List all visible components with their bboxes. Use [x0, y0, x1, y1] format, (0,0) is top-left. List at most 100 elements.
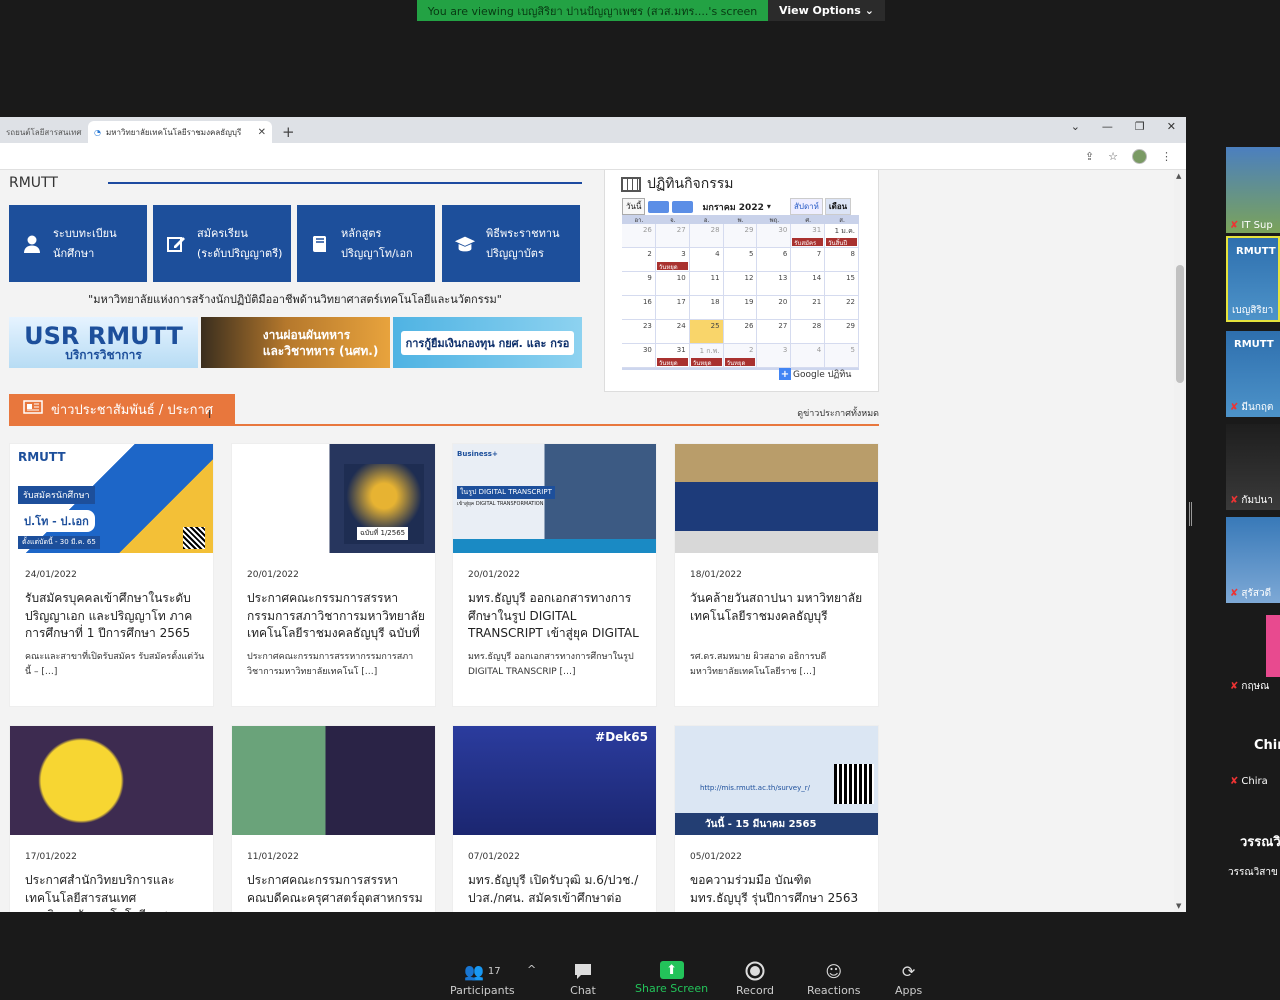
calendar-day[interactable]: 27 — [655, 224, 690, 248]
calendar-day[interactable]: 2 วันหยุด — [723, 344, 758, 368]
news-title[interactable]: ประกาศคณะกรรมการสรรหาคณบดีคณะครุศาสตร์อุ… — [247, 872, 427, 907]
calendar-day[interactable]: 20 — [757, 296, 792, 320]
share-icon[interactable]: ⇪ — [1085, 150, 1094, 163]
today-button[interactable]: วันนี้ — [622, 198, 646, 215]
record-button[interactable]: Record — [736, 961, 774, 997]
scrollbar-thumb[interactable] — [1176, 265, 1184, 383]
calendar-day[interactable]: 22 — [825, 296, 860, 320]
participant-video-active-speaker[interactable]: RMUTT เบญสิริยา — [1226, 236, 1280, 322]
participant-video[interactable]: ✘ กฤษณ — [1226, 610, 1280, 696]
bookmark-star-icon[interactable]: ☆ — [1108, 150, 1118, 163]
calendar-day[interactable]: 10 — [655, 272, 690, 296]
calendar-day[interactable]: 31 วันหยุด — [655, 344, 690, 368]
news-title[interactable]: ประกาศคณะกรรมการสรรหากรรมการสภาวิชาการมห… — [247, 590, 427, 643]
new-tab-button[interactable]: + — [272, 121, 305, 143]
news-title[interactable]: ประกาศสำนักวิทยบริการและเทคโนโลยีสารสนเท… — [25, 872, 205, 912]
calendar-day[interactable]: 6 — [757, 248, 792, 272]
calendar-day[interactable]: 9 — [622, 272, 656, 296]
minimize-icon[interactable]: — — [1102, 120, 1113, 133]
calendar-event[interactable]: รับสมัคร — [792, 238, 824, 246]
restore-icon[interactable]: ❐ — [1135, 120, 1145, 133]
curriculum-button[interactable]: หลักสูตร ปริญญาโท/เอก — [297, 205, 435, 282]
participant-video[interactable]: ✘ กัมปนา — [1226, 424, 1280, 510]
calendar-day[interactable]: 1 ก.พ. วันหยุด — [689, 344, 724, 368]
graduation-button[interactable]: พิธีพระราชทาน ปริญญาบัตร — [442, 205, 580, 282]
news-title[interactable]: มทร.ธัญบุรี ออกเอกสารทางการศึกษาในรูป DI… — [468, 590, 648, 643]
calendar-day[interactable]: 30 — [622, 344, 656, 368]
reactions-button[interactable]: ☺ Reactions — [807, 961, 861, 998]
calendar-day[interactable]: 30 — [757, 224, 792, 248]
news-card[interactable]: http://mis.rmutt.ac.th/survey_r/ วันนี้ … — [674, 725, 879, 912]
chat-button[interactable]: Chat — [570, 961, 596, 997]
calendar-day[interactable]: 26 — [622, 224, 656, 248]
calendar-day[interactable]: 4 — [689, 248, 724, 272]
profile-avatar[interactable] — [1132, 148, 1147, 164]
news-title[interactable]: วันคล้ายวันสถาปนา มหาวิทยาลัยเทคโนโลยีรา… — [690, 590, 870, 625]
calendar-day[interactable]: 17 — [655, 296, 690, 320]
calendar-day[interactable]: 13 — [757, 272, 792, 296]
news-title[interactable]: มทร.ธัญบุรี เปิดรับวุฒิ ม.6/ปวช./ปวส./กศ… — [468, 872, 648, 907]
student-loan-banner[interactable]: การกู้ยืมเงินกองทุน กยศ. และ กรอ — [393, 317, 582, 368]
participant-video[interactable]: ✘ IT Sup — [1226, 147, 1280, 233]
news-card[interactable]: 11/01/2022 ประกาศคณะกรรมการสรรหาคณบดีคณะ… — [231, 725, 436, 912]
calendar-day[interactable]: 7 — [791, 248, 826, 272]
calendar-day[interactable]: 26 — [723, 320, 758, 344]
calendar-event[interactable]: วันสิ้นปี — [826, 238, 858, 246]
usr-banner[interactable]: USR RMUTT บริการวิชาการ — [9, 317, 198, 368]
month-view-tab[interactable]: เดือน — [824, 198, 852, 215]
calendar-day[interactable]: 29 — [825, 320, 860, 344]
share-screen-button[interactable]: ⬆ Share Screen — [635, 961, 708, 995]
news-card[interactable]: 17/01/2022 ประกาศสำนักวิทยบริการและเทคโน… — [9, 725, 214, 912]
calendar-event[interactable]: วันหยุด — [656, 262, 688, 270]
prev-month-button[interactable] — [648, 200, 670, 213]
calendar-day[interactable]: 28 — [689, 224, 724, 248]
google-calendar-link[interactable]: + Google ปฏิทิน — [779, 367, 851, 381]
calendar-day[interactable]: 29 — [723, 224, 758, 248]
menu-kebab-icon[interactable]: ⋮ — [1161, 150, 1172, 163]
news-card[interactable]: 18/01/2022 วันคล้ายวันสถาปนา มหาวิทยาลัย… — [674, 443, 879, 707]
calendar-day[interactable]: 15 — [825, 272, 860, 296]
news-card[interactable]: RMUTT รับสมัครนักศึกษา ป.โท - ป.เอก ตั้ง… — [9, 443, 214, 707]
month-dropdown-icon[interactable]: ▾ — [767, 202, 771, 211]
close-tab-icon[interactable]: ✕ — [258, 127, 266, 138]
week-view-tab[interactable]: สัปดาห์ — [790, 198, 823, 215]
month-label[interactable]: มกราคม 2022 — [702, 200, 763, 214]
military-banner[interactable]: งานผ่อนผันทหาร และวิชาทหาร (นศท.) — [201, 317, 390, 368]
news-title[interactable]: ขอความร่วมมือ บัณฑิต มทร.ธัญบุรี รุ่นปีก… — [690, 872, 870, 907]
calendar-day[interactable]: 3 วันหยุด — [655, 248, 690, 272]
calendar-day[interactable]: 4 — [791, 344, 826, 368]
tab-search-icon[interactable]: ⌄ — [1071, 120, 1080, 133]
participants-button[interactable]: 👥 17 Participants — [450, 961, 515, 998]
calendar-day[interactable]: 3 — [757, 344, 792, 368]
calendar-day[interactable]: 27 — [757, 320, 792, 344]
calendar-day[interactable]: 31 รับสมัคร — [791, 224, 826, 248]
news-card[interactable]: ฉบับที่ 1/2565 20/01/2022 ประกาศคณะกรรมก… — [231, 443, 436, 707]
news-card[interactable]: #Dek65 07/01/2022 มทร.ธัญบุรี เปิดรับวุฒ… — [452, 725, 657, 912]
calendar-day[interactable]: 16 — [622, 296, 656, 320]
calendar-event[interactable]: วันหยุด — [690, 358, 722, 366]
calendar-day[interactable]: 5 — [723, 248, 758, 272]
participant-video[interactable]: RMUTT ✘ มีนกฤต — [1226, 331, 1280, 417]
browser-tab-2[interactable]: ◔ มหาวิทยาลัยเทคโนโลยีราชมงคลธัญบุรี ✕ — [88, 121, 272, 143]
calendar-day[interactable]: 25 — [689, 320, 724, 344]
close-window-icon[interactable]: ✕ — [1167, 120, 1176, 133]
participant-tile[interactable]: Chir ✘Chira — [1226, 703, 1280, 789]
view-options-button[interactable]: View Options ⌄ — [768, 0, 885, 21]
calendar-day[interactable]: 8 — [825, 248, 860, 272]
scroll-down-icon[interactable]: ▼ — [1176, 902, 1181, 910]
participants-caret-icon[interactable]: ^ — [527, 963, 536, 976]
calendar-day[interactable]: 18 — [689, 296, 724, 320]
participant-tile[interactable]: วรรณวิ วรรณวิสาข — [1226, 796, 1280, 882]
calendar-day[interactable]: 14 — [791, 272, 826, 296]
page-scrollbar[interactable]: ▲ ▼ — [1174, 170, 1186, 912]
next-month-button[interactable] — [672, 200, 694, 213]
calendar-day[interactable]: 19 — [723, 296, 758, 320]
calendar-day[interactable]: 5 — [825, 344, 860, 368]
calendar-day[interactable]: 2 — [622, 248, 656, 272]
registration-button[interactable]: ระบบทะเบียน นักศึกษา — [9, 205, 147, 282]
calendar-day[interactable]: 1 ม.ค. วันสิ้นปี — [825, 224, 860, 248]
calendar-event[interactable]: วันหยุด — [724, 358, 756, 366]
view-all-news-link[interactable]: ดูข่าวประกาศทั้งหมด — [797, 406, 879, 420]
apps-button[interactable]: ⟳ Apps — [895, 961, 922, 998]
calendar-event[interactable]: วันหยุด — [656, 358, 688, 366]
